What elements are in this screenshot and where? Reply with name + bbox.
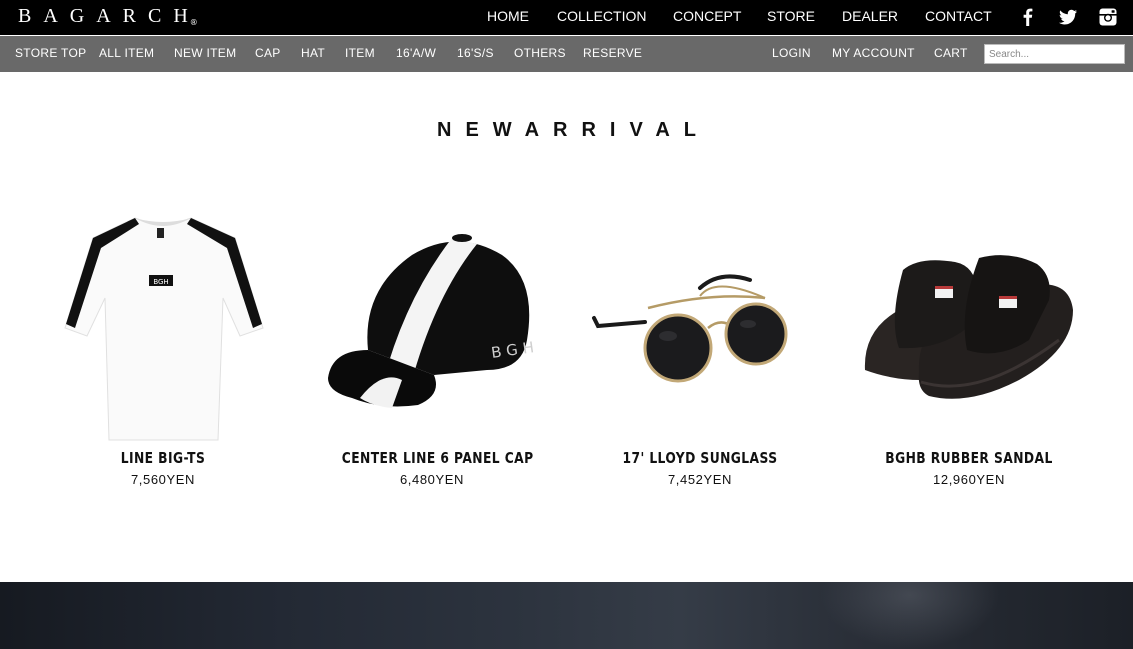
brand-logo-text: BAGARCH — [18, 5, 200, 27]
section-title: NEWARRIVAL — [437, 119, 710, 141]
product-name[interactable]: BGHB RUBBER SANDAL — [879, 449, 1059, 467]
product-image-tshirt[interactable]: BGH — [53, 200, 273, 445]
login-link[interactable]: LOGIN — [772, 46, 811, 60]
my-account-link[interactable]: MY ACCOUNT — [832, 46, 915, 60]
product-name[interactable]: CENTER LINE 6 PANEL CAP — [342, 449, 533, 467]
tshirt-print: BGH — [153, 278, 168, 286]
subnav-hat[interactable]: HAT — [301, 46, 325, 60]
instagram-icon[interactable] — [1098, 7, 1118, 27]
nav-concept[interactable]: CONCEPT — [673, 8, 741, 24]
nav-dealer[interactable]: DEALER — [842, 8, 898, 24]
product-price: 7,452YEN — [667, 472, 733, 487]
subnav-16ss[interactable]: 16'S/S — [457, 46, 494, 60]
product-card-line-big-ts[interactable]: BGH LINE BIG-TS 7,560YEN — [53, 200, 273, 500]
product-card-center-line-cap[interactable]: BGH CENTER LINE 6 PANEL CAP 6,480YEN — [322, 200, 542, 500]
product-price: 12,960YEN — [933, 472, 1005, 487]
product-card-lloyd-sunglass[interactable]: 17' LLOYD SUNGLASS 7,452YEN — [590, 200, 810, 500]
facebook-icon[interactable] — [1018, 7, 1038, 27]
product-card-bghb-rubber-sandal[interactable]: BGHB RUBBER SANDAL 12,960YEN — [859, 200, 1079, 500]
subnav-all-item[interactable]: ALL ITEM — [99, 46, 154, 60]
subnav-new-item[interactable]: NEW ITEM — [174, 46, 236, 60]
nav-collection[interactable]: COLLECTION — [557, 8, 646, 24]
cart-link[interactable]: CART — [934, 46, 968, 60]
subnav-reserve[interactable]: RESERVE — [583, 46, 642, 60]
top-bar: BAGARCH® HOME COLLECTION CONCEPT STORE D… — [0, 0, 1133, 35]
product-price: 6,480YEN — [399, 472, 465, 487]
search-input[interactable] — [984, 44, 1125, 64]
brand-logo[interactable]: BAGARCH® — [18, 5, 198, 28]
hero-banner — [0, 582, 1133, 649]
product-name[interactable]: LINE BIG-TS — [73, 449, 253, 467]
sub-bar: STORE TOP ALL ITEM NEW ITEM CAP HAT ITEM… — [0, 36, 1133, 72]
subnav-cap[interactable]: CAP — [255, 46, 281, 60]
product-image-cap[interactable]: BGH — [322, 200, 542, 445]
nav-store[interactable]: STORE — [767, 8, 815, 24]
subnav-16aw[interactable]: 16'A/W — [396, 46, 436, 60]
subnav-store-top[interactable]: STORE TOP — [15, 46, 86, 60]
subnav-item[interactable]: ITEM — [345, 46, 375, 60]
twitter-icon[interactable] — [1058, 7, 1078, 27]
product-price: 7,560YEN — [130, 472, 196, 487]
product-image-sandal[interactable] — [859, 200, 1079, 445]
registered-mark: ® — [189, 18, 198, 27]
subnav-others[interactable]: OTHERS — [514, 46, 566, 60]
product-image-sunglasses[interactable] — [590, 200, 810, 445]
nav-contact[interactable]: CONTACT — [925, 8, 992, 24]
nav-home[interactable]: HOME — [487, 8, 529, 24]
product-name[interactable]: 17' LLOYD SUNGLASS — [610, 449, 790, 467]
